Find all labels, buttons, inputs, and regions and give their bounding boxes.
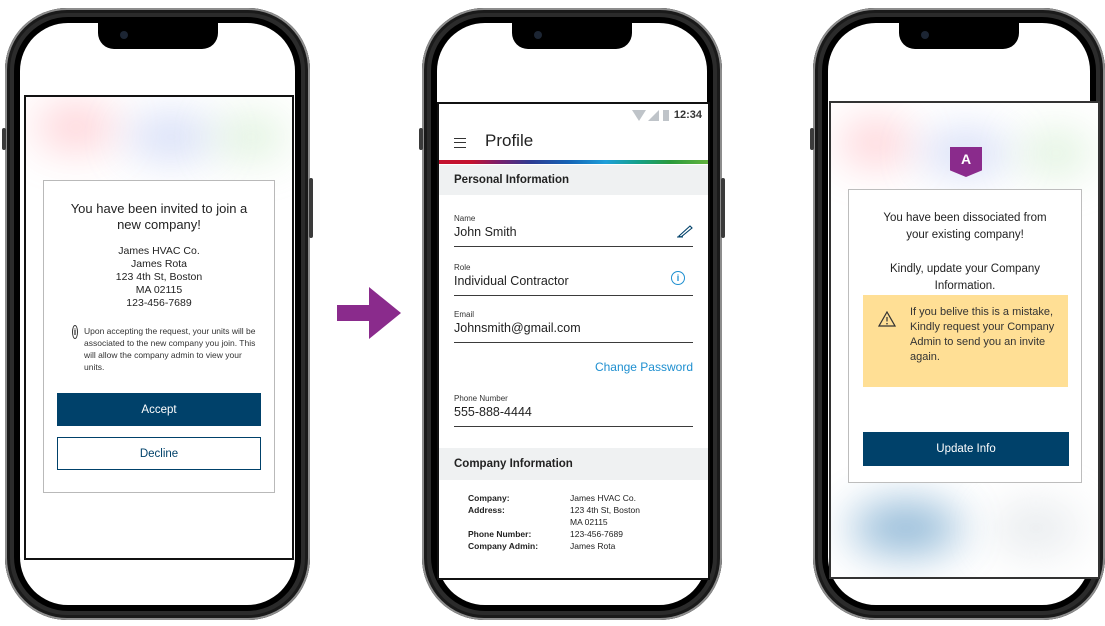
pencil-icon[interactable] — [677, 224, 693, 238]
email-field[interactable]: Email Johnsmith@gmail.com — [454, 310, 693, 343]
battery-icon — [663, 110, 669, 121]
invite-title: You have been invited to join a new comp… — [70, 201, 248, 232]
company-info-labels: Company: Address: Phone Number: Company … — [468, 492, 538, 552]
address-line-2: MA 02115 — [570, 517, 608, 527]
address-line-1: 123 4th St, Boston — [570, 505, 640, 515]
role-info-icon[interactable]: i — [671, 271, 685, 285]
blurred-background — [216, 117, 286, 157]
blurred-background — [36, 107, 116, 147]
invite-card: You have been invited to join a new comp… — [43, 180, 275, 493]
contact-name: James Rota — [130, 258, 188, 270]
status-bar: 12:34 — [439, 104, 708, 126]
name-label: Name — [454, 214, 476, 223]
role-value: Individual Contractor — [454, 274, 569, 288]
name-value: John Smith — [454, 225, 517, 239]
update-message: Kindly, update your Company Information. — [889, 263, 1040, 292]
company-label: Company: — [468, 493, 510, 503]
role-field: Role Individual Contractor i — [454, 263, 693, 296]
street-address: 123 4th St, Boston — [115, 271, 203, 283]
company-admin-label: Company Admin: — [468, 541, 539, 551]
name-field[interactable]: Name John Smith — [454, 214, 693, 247]
email-value: Johnsmith@gmail.com — [454, 321, 581, 335]
blurred-background — [1021, 133, 1091, 173]
invite-note: i Upon accepting the request, your units… — [72, 325, 260, 373]
arrow-right-icon — [337, 287, 401, 339]
company-value: James HVAC Co. — [570, 493, 636, 503]
change-password-link[interactable]: Change Password — [595, 360, 693, 374]
blurred-background — [841, 123, 911, 163]
annotation-badge: A — [950, 147, 982, 177]
menu-icon[interactable] — [454, 138, 466, 148]
status-time: 12:34 — [673, 109, 702, 121]
camera-icon — [119, 31, 128, 39]
phone-side-button — [721, 178, 725, 238]
invite-note-text: Upon accepting the request, your units w… — [84, 326, 256, 372]
blurred-background — [851, 503, 961, 553]
profile-screen: 12:34 Profile Personal Information Name … — [437, 102, 710, 580]
update-info-button[interactable]: Update Info — [863, 432, 1069, 466]
phone-side-button — [419, 128, 423, 150]
company-address: James HVAC Co. James Rota 123 4th St, Bo… — [44, 245, 274, 310]
company-info-values: James HVAC Co. 123 4th St, Boston MA 021… — [570, 492, 640, 552]
blurred-background — [126, 117, 216, 157]
phone-side-button — [309, 178, 313, 238]
phone-notch — [97, 23, 218, 49]
brand-stripe — [439, 160, 708, 164]
role-label: Role — [454, 263, 471, 272]
personal-info-header: Personal Information — [439, 165, 708, 195]
phone-number-label: Phone Number: — [468, 529, 532, 539]
camera-icon — [921, 31, 929, 39]
company-name: James HVAC Co. — [118, 245, 200, 257]
app-bar: Profile — [439, 126, 708, 160]
invite-screen: You have been invited to join a new comp… — [24, 95, 294, 560]
decline-button[interactable]: Decline — [57, 437, 261, 470]
wifi-icon — [632, 110, 646, 121]
blurred-background — [991, 503, 1081, 553]
email-label: Email — [454, 310, 475, 319]
company-info-header: Company Information — [439, 448, 708, 480]
page-title: Profile — [485, 131, 534, 150]
address-label: Address: — [468, 505, 505, 515]
dissociated-message: You have been dissociated from your exis… — [883, 212, 1047, 241]
state-zip: MA 02115 — [135, 284, 183, 296]
dissociated-card: You have been dissociated from your exis… — [848, 189, 1082, 483]
company-admin-value: James Rota — [570, 541, 616, 551]
phone-notch — [899, 23, 1019, 49]
warning-text: If you belive this is a mistake, Kindly … — [910, 306, 1055, 363]
phone-side-button — [2, 128, 6, 150]
phone-label: Phone Number — [454, 394, 508, 403]
warning-icon — [878, 311, 896, 327]
phone-side-button — [810, 128, 814, 150]
phone-value: 555-888-4444 — [454, 405, 532, 419]
info-icon: i — [72, 325, 78, 339]
warning-box: If you belive this is a mistake, Kindly … — [863, 295, 1068, 387]
company-phone: 123-456-7689 — [126, 297, 192, 309]
phone-number-value: 123-456-7689 — [570, 529, 623, 539]
phone-field[interactable]: Phone Number 555-888-4444 — [454, 394, 693, 427]
accept-button[interactable]: Accept — [57, 393, 261, 426]
phone-notch — [512, 23, 632, 49]
signal-icon — [648, 110, 659, 121]
dissociated-screen: A You have been dissociated from your ex… — [829, 101, 1100, 579]
camera-icon — [534, 31, 542, 39]
